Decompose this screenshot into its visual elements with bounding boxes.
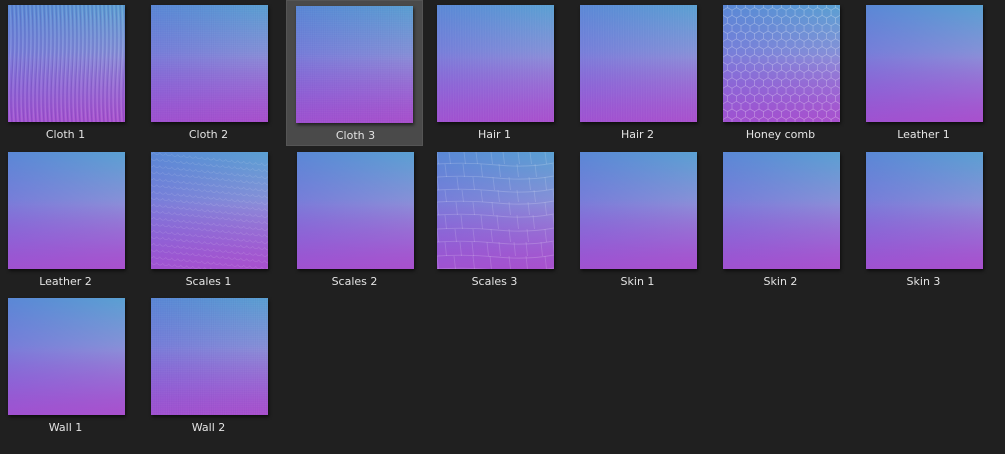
texture-pattern — [151, 152, 268, 269]
texture-thumbnail[interactable] — [8, 5, 125, 122]
texture-label: Wall 1 — [48, 421, 83, 434]
texture-pattern — [297, 152, 414, 269]
texture-pattern — [723, 152, 840, 269]
texture-tile-skin-3[interactable]: Skin 3 — [855, 147, 992, 293]
texture-thumbnail[interactable] — [151, 5, 268, 122]
texture-tile-skin-2[interactable]: Skin 2 — [712, 147, 849, 293]
texture-pattern — [151, 5, 267, 122]
texture-pattern — [8, 298, 125, 415]
texture-thumbnail[interactable] — [437, 152, 554, 269]
texture-label: Hair 1 — [477, 128, 512, 141]
texture-tile-wall-1[interactable]: Wall 1 — [0, 293, 134, 439]
texture-label: Cloth 3 — [335, 129, 376, 142]
texture-tile-cloth-1[interactable]: Cloth 1 — [0, 0, 134, 146]
texture-tile-skin-1[interactable]: Skin 1 — [569, 147, 706, 293]
texture-label: Honey comb — [745, 128, 816, 141]
texture-thumbnail[interactable] — [437, 5, 554, 122]
texture-label: Skin 1 — [620, 275, 655, 288]
texture-pattern — [866, 152, 983, 269]
texture-tile-cloth-3[interactable]: Cloth 3 — [286, 0, 423, 146]
texture-label: Scales 3 — [471, 275, 518, 288]
texture-thumbnail[interactable] — [723, 5, 840, 122]
texture-thumbnail[interactable] — [580, 152, 697, 269]
texture-thumbnail[interactable] — [8, 298, 125, 415]
texture-thumbnail[interactable] — [297, 152, 414, 269]
texture-tile-leather-1[interactable]: Leather 1 — [855, 0, 992, 146]
texture-label: Cloth 2 — [188, 128, 229, 141]
texture-label: Skin 3 — [906, 275, 941, 288]
texture-label: Cloth 1 — [45, 128, 86, 141]
texture-thumbnail-grid: Cloth 1 Cloth 2 Cloth 3 Hair 1 Hair 2 Honey c… — [0, 0, 1005, 454]
texture-tile-hair-2[interactable]: Hair 2 — [569, 0, 706, 146]
texture-thumbnail[interactable] — [151, 298, 268, 415]
texture-pattern — [723, 5, 840, 122]
texture-pattern — [8, 152, 125, 269]
texture-label: Hair 2 — [620, 128, 655, 141]
texture-tile-scales-2[interactable]: Scales 2 — [286, 147, 423, 293]
texture-tile-leather-2[interactable]: Leather 2 — [0, 147, 134, 293]
texture-label: Wall 2 — [191, 421, 226, 434]
texture-tile-hair-1[interactable]: Hair 1 — [426, 0, 563, 146]
texture-tile-wall-2[interactable]: Wall 2 — [140, 293, 277, 439]
texture-thumbnail[interactable] — [866, 5, 983, 122]
texture-pattern — [151, 298, 267, 415]
texture-pattern — [437, 152, 554, 269]
texture-label: Skin 2 — [763, 275, 798, 288]
texture-label: Leather 2 — [39, 275, 92, 288]
texture-thumbnail[interactable] — [151, 152, 268, 269]
texture-label: Scales 2 — [331, 275, 378, 288]
texture-thumbnail[interactable] — [580, 5, 697, 122]
texture-tile-cloth-2[interactable]: Cloth 2 — [140, 0, 277, 146]
texture-thumbnail[interactable] — [296, 6, 413, 123]
texture-thumbnail[interactable] — [866, 152, 983, 269]
texture-thumbnail[interactable] — [723, 152, 840, 269]
texture-thumbnail[interactable] — [8, 152, 125, 269]
texture-label: Scales 1 — [185, 275, 232, 288]
texture-pattern — [580, 152, 697, 269]
texture-pattern — [437, 5, 554, 122]
texture-tile-scales-3[interactable]: Scales 3 — [426, 147, 563, 293]
texture-pattern — [580, 5, 697, 122]
texture-tile-scales-1[interactable]: Scales 1 — [140, 147, 277, 293]
texture-pattern — [866, 5, 983, 122]
texture-label: Leather 1 — [897, 128, 950, 141]
texture-pattern — [8, 5, 125, 122]
texture-pattern — [296, 6, 412, 123]
texture-tile-honey-comb[interactable]: Honey comb — [712, 0, 849, 146]
